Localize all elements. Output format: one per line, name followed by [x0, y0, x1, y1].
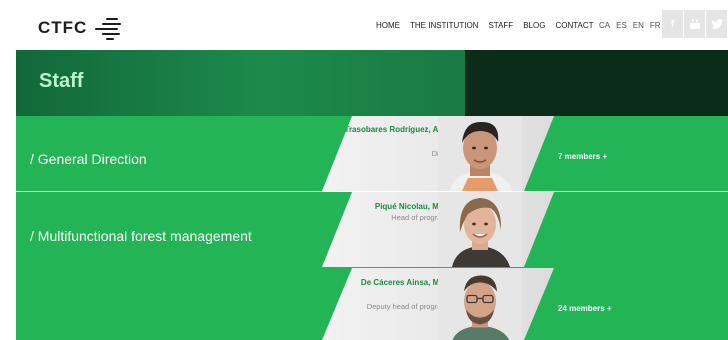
person-photo: [438, 269, 522, 340]
person-card[interactable]: Piqué Nicolau, Míriam Head of programme: [322, 192, 554, 267]
person-card[interactable]: De Cáceres Ainsa, Miquel Deputy head of …: [322, 268, 554, 340]
members-count[interactable]: 7 members +: [558, 152, 607, 161]
nav-staff[interactable]: STAFF: [488, 21, 513, 30]
page-title: Staff: [39, 70, 84, 92]
section-multifunctional-forest-management[interactable]: / Multifunctional forest management Piqu…: [16, 192, 728, 340]
banner-dark-panel: [465, 50, 728, 116]
members-count[interactable]: 24 members +: [558, 304, 612, 313]
twitter-icon[interactable]: [706, 10, 727, 38]
person-card[interactable]: Trasobares Rodríguez, Antoni Director: [322, 116, 554, 191]
lang-fr[interactable]: FR: [650, 21, 661, 30]
nav-blog[interactable]: BLOG: [523, 21, 545, 30]
nav-home[interactable]: HOME: [376, 21, 400, 30]
lang-en[interactable]: EN: [633, 21, 644, 30]
section-title[interactable]: / Multifunctional forest management: [30, 228, 252, 244]
site-header: CTFC HOME THE INSTITUTION STAFF BLOG CON…: [0, 0, 728, 50]
person-photo: [438, 192, 522, 267]
lang-es[interactable]: ES: [616, 21, 627, 30]
staff-banner: Staff: [16, 50, 728, 116]
youtube-icon[interactable]: [684, 10, 705, 38]
logo-mark-icon: [95, 18, 122, 40]
logo-text: CTFC: [38, 18, 88, 37]
social-links: f: [662, 10, 728, 38]
ctfc-logo[interactable]: CTFC: [38, 16, 123, 40]
section-title[interactable]: / General Direction: [30, 151, 147, 167]
nav-contact[interactable]: CONTACT: [555, 21, 593, 30]
language-switcher: CA ES EN FR: [599, 21, 667, 30]
person-photo: [438, 116, 522, 191]
nav-the-institution[interactable]: THE INSTITUTION: [410, 21, 478, 30]
lang-ca[interactable]: CA: [599, 21, 610, 30]
main-nav: HOME THE INSTITUTION STAFF BLOG CONTACT: [376, 21, 604, 30]
facebook-icon[interactable]: f: [662, 10, 683, 38]
section-general-direction[interactable]: / General Direction Trasobares Rodríguez…: [16, 116, 728, 191]
